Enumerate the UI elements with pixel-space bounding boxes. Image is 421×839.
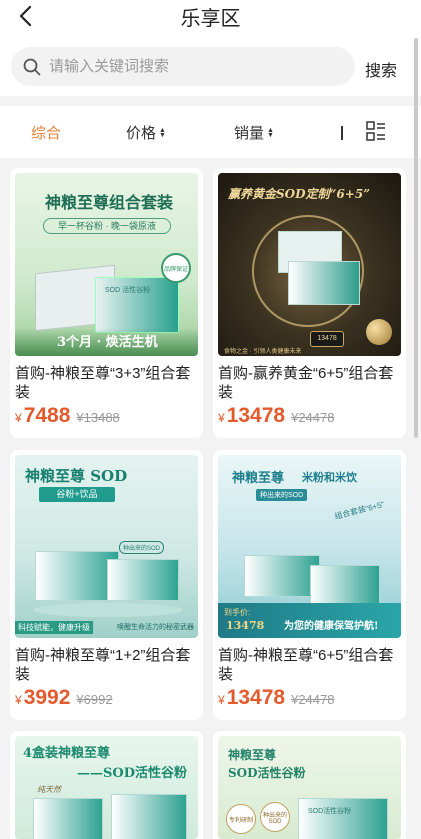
product-card[interactable]: 神粮至尊 SOD 谷粉+饮品 种出来的SOD 科技赋能，健康升级 唤醒生命活力的…	[10, 450, 203, 720]
product-image[interactable]: 神粮至尊 米粉和米饮 种出来的SOD 组合套装“6+5” 到手价: 13478 …	[218, 455, 401, 638]
divider	[341, 126, 343, 140]
image-slogan: 为您的健康保驾护航!	[284, 621, 379, 632]
box-label: SOD 活性谷粉	[105, 287, 151, 294]
price: 13478	[226, 404, 286, 427]
price: 13478	[226, 686, 286, 709]
image-headline: 神粮至尊	[232, 471, 285, 486]
image-corner: 组合套装“6+5”	[333, 499, 386, 522]
product-image[interactable]: 4盒装神粮至尊 ——SOD活性谷粉 纯天然	[15, 736, 198, 839]
product-name[interactable]: 首购-神粮至尊“1+2”组合套装	[15, 646, 200, 684]
image-badge-2: 种出来的SOD	[260, 802, 290, 832]
image-bottom-text: 3个月 · 焕活生机	[57, 335, 158, 350]
currency-symbol: ¥	[218, 693, 225, 707]
sort-arrows-icon: ▲ ▼	[267, 126, 274, 139]
image-headline: 神粮至尊	[228, 748, 277, 762]
original-price: ¥13488	[76, 410, 120, 425]
search-input[interactable]	[49, 58, 329, 75]
price-row: ¥ 3992 ¥6992	[15, 686, 113, 710]
image-footer: 食物之金 · 引领人类健康未来	[224, 349, 302, 355]
sort-arrows-icon: ▲ ▼	[159, 126, 166, 139]
sort-price-label: 价格	[126, 125, 157, 142]
image-headline: 赢养黄金SOD定制“6+5”	[228, 187, 371, 201]
image-sub: ——SOD活性谷粉	[77, 766, 187, 781]
search-bar: 搜索	[0, 34, 421, 96]
currency-symbol: ¥	[15, 411, 22, 425]
currency-symbol: ¥	[218, 411, 225, 425]
image-chip: 谷粉+饮品	[39, 487, 115, 502]
image-footer-left: 科技赋能，健康升级	[15, 621, 93, 634]
product-card[interactable]: 赢养黄金SOD定制“6+5” 13478 食物之金 · 引领人类健康未来 首购-…	[213, 168, 406, 438]
product-image[interactable]: 神粮至尊组合套装 早一杯谷粉 · 晚一袋原液 SOD 活性谷粉 品牌保证 3个月…	[15, 173, 198, 356]
product-card[interactable]: 神粮至尊 SOD活性谷粉 专利研制 种出来的SOD SOD活性谷粉	[213, 731, 406, 839]
price-row: ¥ 7488 ¥13488	[15, 404, 120, 428]
image-footer-right: 唤醒生命活力的秘密武器	[117, 624, 194, 631]
price-row: ¥ 13478 ¥24478	[218, 686, 334, 710]
page-title: 乐享区	[180, 8, 241, 30]
image-sub: SOD活性谷粉	[228, 766, 306, 780]
image-subline: 早一杯谷粉 · 晚一袋原液	[43, 218, 171, 234]
sort-bar: 综合 价格 ▲ ▼ 销量 ▲ ▼	[0, 106, 421, 158]
search-box[interactable]	[11, 47, 355, 86]
sort-price[interactable]: 价格 ▲ ▼	[126, 122, 166, 143]
nav-bar: 乐享区	[0, 0, 421, 34]
image-sub: 种出来的SOD	[256, 489, 308, 501]
product-name[interactable]: 首购-赢养黄金“6+5”组合套装	[218, 364, 403, 402]
image-headline: 神粮至尊 SOD	[25, 467, 128, 485]
sort-sales-label: 销量	[234, 125, 265, 142]
sort-comprehensive[interactable]: 综合	[31, 122, 61, 143]
sort-comprehensive-label: 综合	[31, 125, 62, 142]
scrollbar[interactable]	[414, 38, 418, 438]
image-price-value: 13478	[226, 619, 265, 632]
original-price: ¥6992	[76, 692, 113, 707]
price-row: ¥ 13478 ¥24478	[218, 404, 334, 428]
brand-badge: 品牌保证	[161, 253, 191, 283]
product-card[interactable]: 神粮至尊组合套装 早一杯谷粉 · 晚一袋原液 SOD 活性谷粉 品牌保证 3个月…	[10, 168, 203, 438]
currency-symbol: ¥	[15, 693, 22, 707]
image-badge: 专利研制	[226, 804, 256, 834]
product-image[interactable]: 神粮至尊 SOD 谷粉+饮品 种出来的SOD 科技赋能，健康升级 唤醒生命活力的…	[15, 455, 198, 638]
product-image[interactable]: 赢养黄金SOD定制“6+5” 13478 食物之金 · 引领人类健康未来	[218, 173, 401, 356]
price: 3992	[23, 686, 71, 709]
image-headline: 神粮至尊组合套装	[45, 193, 174, 212]
product-name[interactable]: 首购-神粮至尊“6+5”组合套装	[218, 646, 403, 684]
search-icon	[23, 58, 41, 76]
image-price-tag: 13478	[310, 331, 344, 347]
product-name[interactable]: 首购-神粮至尊“3+3”组合套装	[15, 364, 200, 402]
search-button[interactable]: 搜索	[365, 57, 397, 81]
image-headline: 4盒装神粮至尊	[23, 746, 111, 761]
list-view-toggle-icon[interactable]	[366, 121, 386, 141]
box-label: SOD活性谷粉	[308, 808, 352, 815]
original-price: ¥24478	[291, 692, 335, 707]
sort-sales[interactable]: 销量 ▲ ▼	[234, 122, 274, 143]
product-image[interactable]: 神粮至尊 SOD活性谷粉 专利研制 种出来的SOD SOD活性谷粉	[218, 736, 401, 839]
box-side-label: 纯天然	[37, 785, 61, 794]
product-card[interactable]: 4盒装神粮至尊 ——SOD活性谷粉 纯天然	[10, 731, 203, 839]
price: 7488	[23, 404, 71, 427]
image-headline-2: 米粉和米饮	[302, 471, 357, 484]
image-tag: 种出来的SOD	[119, 541, 165, 554]
image-price-label: 到手价:	[224, 608, 251, 617]
original-price: ¥24478	[291, 410, 335, 425]
product-card[interactable]: 神粮至尊 米粉和米饮 种出来的SOD 组合套装“6+5” 到手价: 13478 …	[213, 450, 406, 720]
